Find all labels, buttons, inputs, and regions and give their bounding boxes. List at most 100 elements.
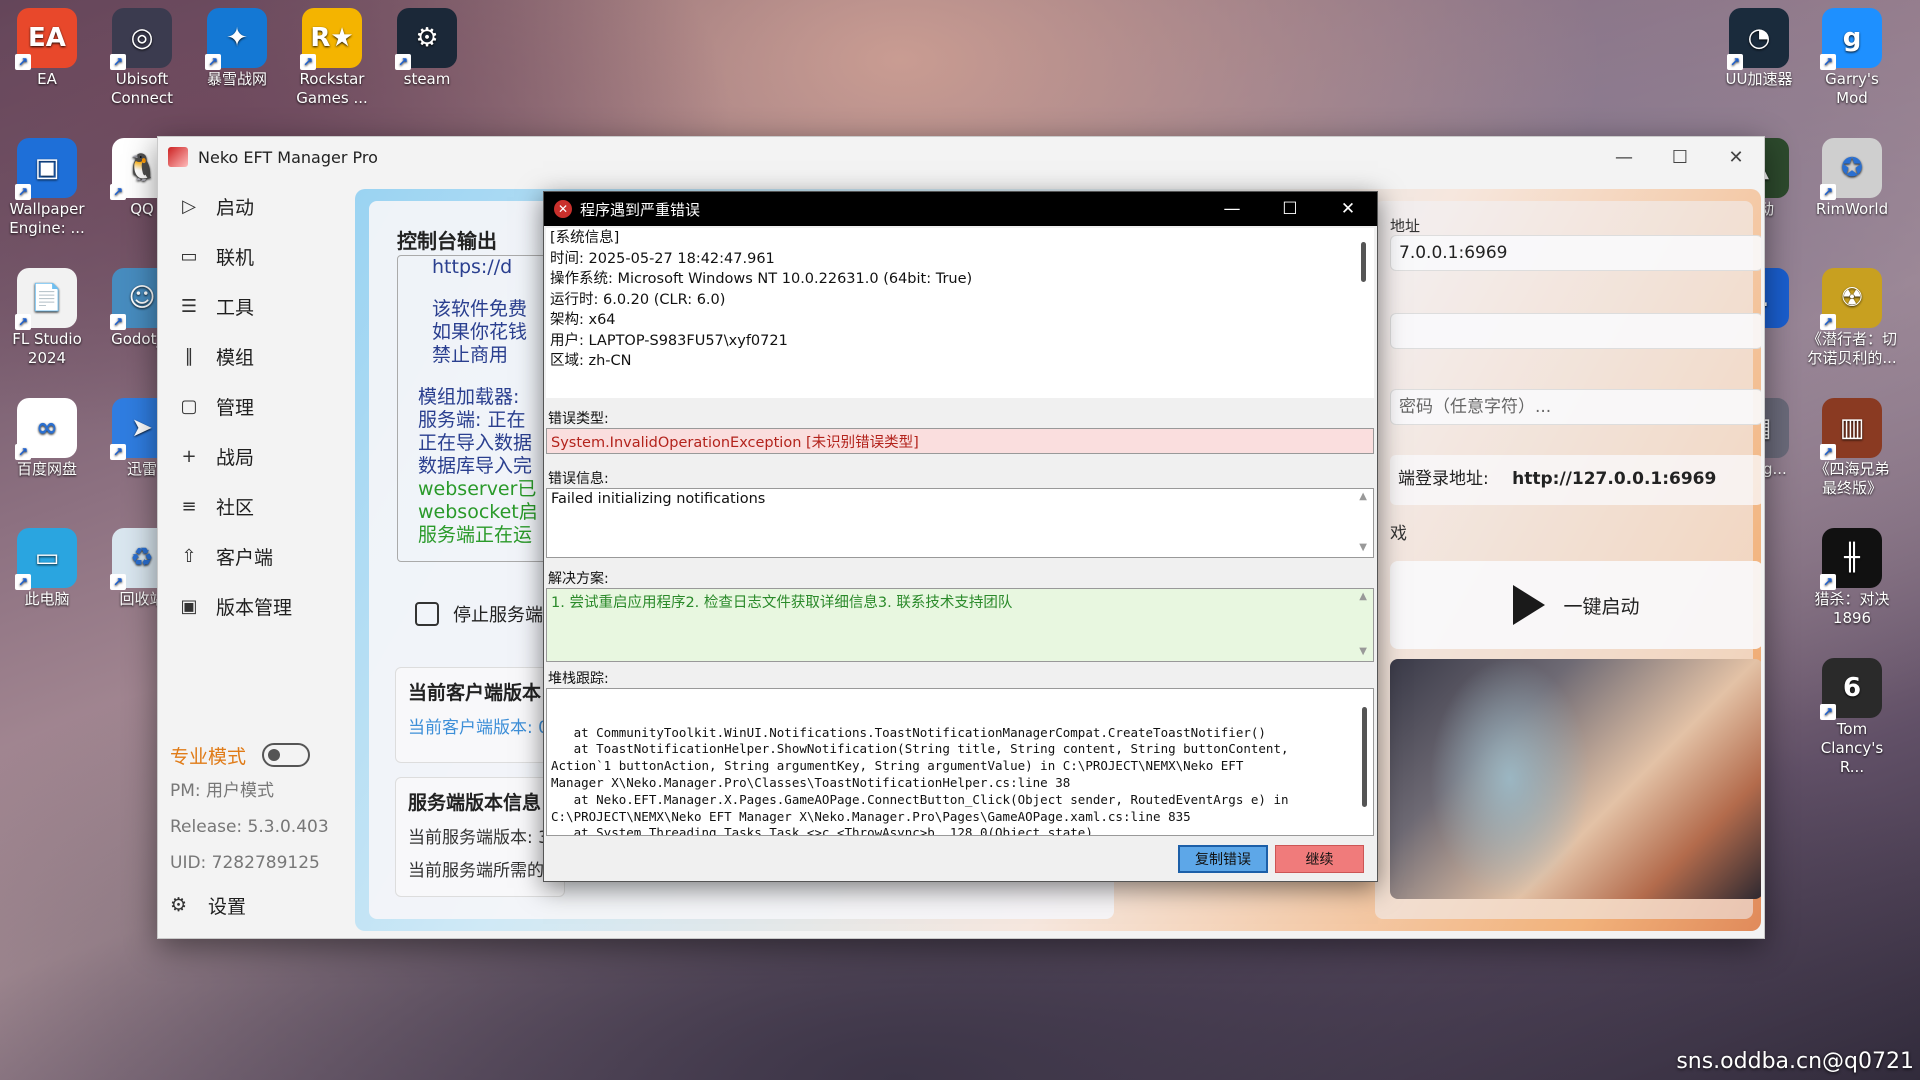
desktop-icon[interactable]: 6 ↗ Tom Clancy's R...: [1807, 658, 1897, 777]
shortcut-arrow-icon: ↗: [15, 184, 31, 200]
scroll-up-icon[interactable]: ▲: [1359, 591, 1367, 602]
stop-server-checkbox[interactable]: [415, 602, 439, 626]
gear-icon: ⚙: [170, 894, 188, 916]
desktop-icon-label: RimWorld: [1815, 200, 1889, 218]
app-icon: ✪ ↗: [1820, 138, 1882, 200]
console-line: 服务端: 正在: [418, 409, 526, 431]
desktop-icon[interactable]: ◎ ↗ Ubisoft Connect: [97, 8, 187, 108]
app-titlebar[interactable]: Neko EFT Manager Pro: [158, 137, 1764, 177]
dialog-titlebar[interactable]: ✕ 程序遇到严重错误 — ☐ ✕: [544, 192, 1377, 226]
shortcut-arrow-icon: ↗: [15, 314, 31, 330]
pro-mode-toggle[interactable]: [262, 743, 311, 767]
address-input[interactable]: 7.0.0.1:6969: [1390, 235, 1761, 271]
console-output[interactable]: https://d 该软件免费 如果你花钱 禁止商用 模组加载器: 服务端: 正在 正在导…: [397, 255, 559, 562]
desktop-icon-label: 《潜行者：切尔诺贝利的...: [1807, 330, 1898, 367]
nav-icon: ≡: [181, 495, 197, 517]
sidebar-item[interactable]: ∥ 模组: [158, 331, 348, 381]
desktop-icon-label: Tom Clancy's R...: [1820, 720, 1884, 776]
side-char: 戏: [1390, 524, 1407, 544]
desktop-icon-label: 此电脑: [24, 590, 70, 608]
settings-item[interactable]: ⚙ 设置: [170, 885, 340, 925]
stop-server-row[interactable]: 停止服务端: [415, 601, 543, 627]
nav-icon: ∥: [184, 345, 194, 367]
app-icon: ▣ ↗: [15, 138, 77, 200]
shortcut-arrow-icon: ↗: [15, 444, 31, 460]
sidebar-nav: ▷ 启动 ▭ 联机 ☰ 工具 ∥ 模组 ▢ 管理 + 战局 ≡ 社区 ⇧ 客户端 ▣ 版本管理: [158, 181, 348, 631]
error-type-box[interactable]: System.InvalidOperationException [未识别错误类…: [546, 428, 1374, 454]
nav-icon: ▣: [180, 595, 198, 617]
sidebar-item[interactable]: ☰ 工具: [158, 281, 348, 331]
sidebar-item-label: 社区: [216, 496, 255, 519]
desktop-icon[interactable]: R★ ↗ Rockstar Games ...: [287, 8, 377, 108]
maximize-icon[interactable]: ☐: [1652, 137, 1708, 177]
dialog-title: 程序遇到严重错误: [580, 200, 701, 219]
close-icon[interactable]: ✕: [1708, 137, 1764, 177]
dialog-close-icon[interactable]: ✕: [1319, 192, 1377, 226]
solution-text: 1. 尝试重启应用程序2. 检查日志文件获取详细信息3. 联系技术支持团队: [551, 595, 1013, 611]
nav-icon: +: [181, 445, 197, 467]
system-info-box[interactable]: [系统信息] 时间: 2025-05-27 18:42:47.961 操作系统: M…: [546, 228, 1374, 398]
stack-scrollbar[interactable]: [1362, 707, 1367, 807]
desktop-icon[interactable]: ☢ ↗ 《潜行者：切尔诺贝利的...: [1807, 268, 1897, 368]
second-input[interactable]: [1390, 313, 1761, 349]
sidebar-item[interactable]: ▷ 启动: [158, 181, 348, 231]
sysinfo-line: 运行时: 6.0.20 (CLR: 6.0): [550, 291, 726, 308]
continue-button[interactable]: 继续: [1275, 845, 1364, 873]
scroll-down-icon[interactable]: ▼: [1359, 646, 1367, 657]
desktop-icon-label: 《四海兄弟 最终版》: [1814, 460, 1890, 497]
desktop-icon-label: FL Studio 2024: [12, 330, 82, 367]
shortcut-arrow-icon: ↗: [1820, 314, 1836, 330]
stack-trace-box[interactable]: at CommunityToolkit.WinUI.Notifications.…: [546, 688, 1374, 836]
uid-text: UID: 7282789125: [170, 853, 320, 873]
desktop-icon[interactable]: ✪ ↗ RimWorld: [1807, 138, 1897, 219]
sidebar-item[interactable]: ⇧ 客户端: [158, 531, 348, 581]
copy-error-button[interactable]: 复制错误: [1178, 845, 1268, 873]
console-line: 该软件免费: [432, 298, 528, 320]
scroll-up-icon[interactable]: ▲: [1359, 491, 1367, 502]
sidebar-item-label: 联机: [216, 246, 255, 269]
desktop-icon[interactable]: ▥ ↗ 《四海兄弟 最终版》: [1807, 398, 1897, 498]
app-title: Neko EFT Manager Pro: [198, 147, 378, 167]
minimize-icon[interactable]: —: [1596, 137, 1652, 177]
sysinfo-line: 操作系统: Microsoft Windows NT 10.0.22631.0 …: [550, 271, 973, 287]
desktop-icon[interactable]: g ↗ Garry's Mod: [1807, 8, 1897, 108]
desktop-icon[interactable]: ⚙ ↗ steam: [382, 8, 472, 89]
desktop-icon[interactable]: 📄 ↗ FL Studio 2024: [2, 268, 92, 368]
desktop-icon[interactable]: ∞ ↗ 百度网盘: [2, 398, 92, 479]
desktop-icon-label: Wallpaper Engine: ...: [9, 200, 85, 237]
desktop-icon-label: steam: [403, 70, 451, 88]
console-line: 禁止商用: [432, 344, 509, 366]
sidebar-item[interactable]: + 战局: [158, 431, 348, 481]
app-icon: ⚙ ↗: [395, 8, 457, 70]
sysinfo-scrollbar[interactable]: [1361, 242, 1366, 282]
error-message-box[interactable]: Failed initializing notifications ▲ ▼: [546, 488, 1374, 558]
app-icon: ✦ ↗: [205, 8, 267, 70]
sidebar-item[interactable]: ▣ 版本管理: [158, 581, 348, 631]
scroll-down-icon[interactable]: ▼: [1359, 542, 1367, 553]
console-line: 模组加载器:: [418, 386, 520, 408]
app-logo-icon: [168, 147, 188, 167]
dialog-maximize-icon[interactable]: ☐: [1261, 192, 1319, 226]
desktop-icon[interactable]: EA ↗ EA: [2, 8, 92, 89]
desktop-icon[interactable]: ▣ ↗ Wallpaper Engine: ...: [2, 138, 92, 238]
app-icon: ╫ ↗: [1820, 528, 1882, 590]
app-icon: 6 ↗: [1820, 658, 1882, 720]
desktop-icon[interactable]: ╫ ↗ 猎杀：对决 1896: [1807, 528, 1897, 628]
desktop-icon-label: 猎杀：对决 1896: [1814, 590, 1890, 627]
desktop-icon[interactable]: ✦ ↗ 暴雪战网: [192, 8, 282, 89]
app-icon: EA ↗: [15, 8, 77, 70]
sidebar-item-label: 版本管理: [216, 596, 293, 619]
desktop-icon[interactable]: ▭ ↗ 此电脑: [2, 528, 92, 609]
shortcut-arrow-icon: ↗: [110, 574, 126, 590]
dialog-minimize-icon[interactable]: —: [1203, 192, 1261, 226]
window-controls: — ☐ ✕: [1596, 137, 1764, 177]
desktop-icon[interactable]: ◔ ↗ UU加速器: [1714, 8, 1804, 89]
sidebar-item[interactable]: ▭ 联机: [158, 231, 348, 281]
password-input[interactable]: 密码（任意字符）...: [1390, 389, 1761, 425]
banner-artwork: [1390, 659, 1761, 899]
login-address-value: http://127.0.0.1:6969: [1512, 469, 1717, 489]
sidebar-item[interactable]: ▢ 管理: [158, 381, 348, 431]
solution-box[interactable]: 1. 尝试重启应用程序2. 检查日志文件获取详细信息3. 联系技术支持团队 ▲ …: [546, 588, 1374, 662]
one-click-launch-button[interactable]: 一键启动: [1390, 561, 1761, 649]
sidebar-item[interactable]: ≡ 社区: [158, 481, 348, 531]
